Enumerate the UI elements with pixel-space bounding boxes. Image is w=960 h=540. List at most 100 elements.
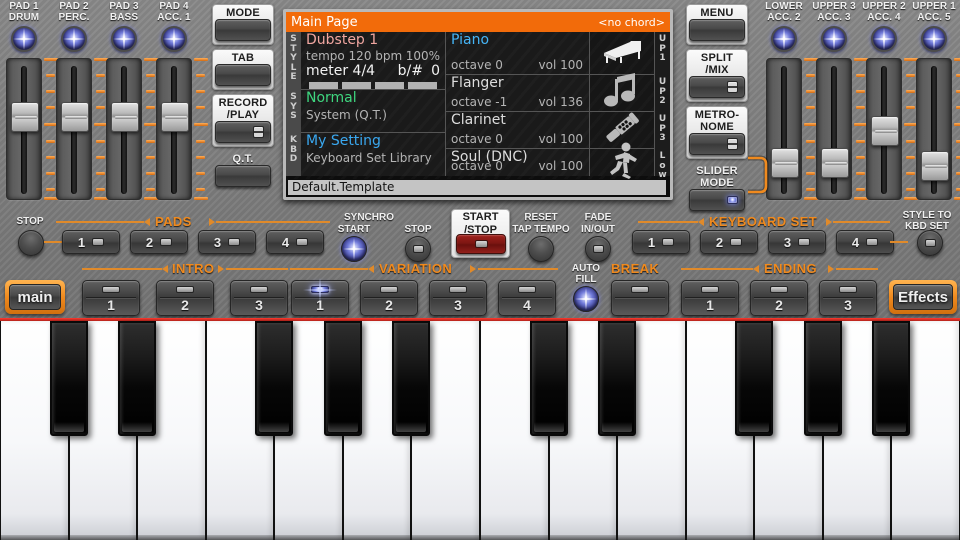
panel-button-q-t[interactable] xyxy=(215,165,271,187)
channel-fader-1[interactable] xyxy=(6,58,42,200)
lcd-track-octave-1: octave 0 xyxy=(451,59,503,72)
black-key-5[interactable] xyxy=(324,321,362,436)
variation-button-4[interactable]: 4 xyxy=(498,280,556,316)
panel-button-metro[interactable] xyxy=(689,133,745,155)
fade-knob-button[interactable] xyxy=(585,236,611,262)
style-to-kbd-knob[interactable] xyxy=(917,230,943,256)
panel-button-menu[interactable] xyxy=(689,19,745,41)
main-page-button-inner: main xyxy=(9,284,61,310)
keyboard-set-button-3[interactable]: 3 xyxy=(768,230,826,254)
fader-knob-3[interactable] xyxy=(871,116,899,146)
channel-strip-4: UPPER 1ACC. 5 xyxy=(910,0,958,208)
pad-button-4[interactable]: 4 xyxy=(266,230,324,254)
fader-knob-2[interactable] xyxy=(821,148,849,178)
ending-button-2[interactable]: 2 xyxy=(750,280,808,316)
black-key-8[interactable] xyxy=(530,321,568,436)
channel-led-2[interactable] xyxy=(821,26,847,52)
lcd-track-name-2: Flanger xyxy=(451,76,504,91)
effects-button[interactable]: Effects xyxy=(889,280,957,314)
channel-label-line1: UPPER 3 xyxy=(810,1,858,12)
button-label-line1: MENU xyxy=(687,7,747,19)
black-key-4[interactable] xyxy=(255,321,293,436)
intro-button-3[interactable]: 3 xyxy=(230,280,288,316)
channel-fader-4[interactable] xyxy=(156,58,192,200)
lcd-style-cell[interactable]: Dubstep 1tempo 120 bpm100%meter 4/4b/#0 xyxy=(301,32,446,90)
pad-button-3[interactable]: 3 xyxy=(198,230,256,254)
ending-button-3[interactable]: 3 xyxy=(819,280,877,316)
channel-led-1[interactable] xyxy=(771,26,797,52)
lcd-track-cell-4[interactable]: Soul (DNC)octave 0vol 100 xyxy=(446,149,590,176)
beat-segment xyxy=(375,82,404,89)
black-key-13[interactable] xyxy=(872,321,910,436)
channel-led-1[interactable] xyxy=(11,26,37,52)
panel-button-tab[interactable] xyxy=(215,64,271,86)
channel-label-line2: BASS xyxy=(100,12,148,23)
lcd-track-volume-3: vol 100 xyxy=(539,133,584,146)
main-page-button[interactable]: main xyxy=(5,280,65,314)
variation-button-3[interactable]: 3 xyxy=(429,280,487,316)
channel-fader-4[interactable] xyxy=(916,58,952,200)
panel-button-record[interactable] xyxy=(215,121,271,143)
fade-led xyxy=(593,245,604,253)
pad-button-2[interactable]: 2 xyxy=(130,230,188,254)
lcd-kbdset-cell[interactable]: My SettingKeyboard Set Library xyxy=(301,133,446,176)
black-key-2[interactable] xyxy=(118,321,156,436)
pads-rule-right xyxy=(216,221,330,223)
black-key-1[interactable] xyxy=(50,321,88,436)
autofill-knob-button[interactable] xyxy=(573,286,599,312)
lcd-chord-indicator: <no chord> xyxy=(598,16,665,29)
synchro-start-knob[interactable] xyxy=(341,236,367,262)
channel-fader-3[interactable] xyxy=(866,58,902,200)
tap-tempo-knob[interactable] xyxy=(528,236,554,262)
intro-button-1[interactable]: 1 xyxy=(82,280,140,316)
fader-knob-1[interactable] xyxy=(11,102,39,132)
kbdset-arrow-right xyxy=(826,218,832,226)
channel-fader-3[interactable] xyxy=(106,58,142,200)
lcd-display[interactable]: Main Page <no chord> STYLESYSKBDUP1UP2UP… xyxy=(283,9,673,200)
channel-led-2[interactable] xyxy=(61,26,87,52)
variation-button-1[interactable]: 1 xyxy=(291,280,349,316)
channel-led-4[interactable] xyxy=(161,26,187,52)
variation-button-2[interactable]: 2 xyxy=(360,280,418,316)
keyboard-set-led xyxy=(730,238,742,246)
fader-knob-3[interactable] xyxy=(111,102,139,132)
lcd-track-octave-4: octave 0 xyxy=(451,160,503,173)
start-stop-key[interactable] xyxy=(456,234,506,254)
channel-label-line1: LOWER xyxy=(760,1,808,12)
lcd-track-cell-1[interactable]: Pianooctave 0vol 100 xyxy=(446,32,590,75)
fader-knob-2[interactable] xyxy=(61,102,89,132)
pad-button-1[interactable]: 1 xyxy=(62,230,120,254)
lcd-kbdset-sub: Keyboard Set Library xyxy=(306,152,432,165)
lcd-track-cell-2[interactable]: Flangeroctave -1vol 136 xyxy=(446,75,590,112)
piano-keyboard[interactable] xyxy=(0,318,960,540)
lcd-sys-cell[interactable]: NormalSystem (Q.T.) xyxy=(301,90,446,133)
keyboard-set-button-2[interactable]: 2 xyxy=(700,230,758,254)
channel-led-3[interactable] xyxy=(871,26,897,52)
keyboard-set-button-1[interactable]: 1 xyxy=(632,230,690,254)
dancer-icon xyxy=(605,142,639,184)
channel-fader-2[interactable] xyxy=(816,58,852,200)
lcd-track-cell-3[interactable]: Clarinetoctave 0vol 100 xyxy=(446,112,590,149)
pads-section-title: PADS xyxy=(155,214,192,229)
fader-knob-4[interactable] xyxy=(161,102,189,132)
break-button[interactable] xyxy=(611,280,669,316)
lcd-track-icon-cell-4 xyxy=(590,149,655,176)
black-key-6[interactable] xyxy=(392,321,430,436)
start-stop-button[interactable]: START/STOP xyxy=(451,209,510,258)
intro-button-2[interactable]: 2 xyxy=(156,280,214,316)
synchro-stop-knob[interactable] xyxy=(405,236,431,262)
stop-knob-button[interactable] xyxy=(18,230,44,256)
channel-led-4[interactable] xyxy=(921,26,947,52)
black-key-12[interactable] xyxy=(804,321,842,436)
scale-tick xyxy=(194,123,208,126)
black-key-9[interactable] xyxy=(598,321,636,436)
channel-led-3[interactable] xyxy=(111,26,137,52)
panel-button-mode[interactable] xyxy=(215,19,271,41)
black-key-11[interactable] xyxy=(735,321,773,436)
channel-fader-2[interactable] xyxy=(56,58,92,200)
pad-button-led xyxy=(228,238,240,246)
ending-button-1[interactable]: 1 xyxy=(681,280,739,316)
panel-button-split[interactable] xyxy=(689,76,745,98)
fader-knob-4[interactable] xyxy=(921,151,949,181)
keyboard-set-button-4[interactable]: 4 xyxy=(836,230,894,254)
